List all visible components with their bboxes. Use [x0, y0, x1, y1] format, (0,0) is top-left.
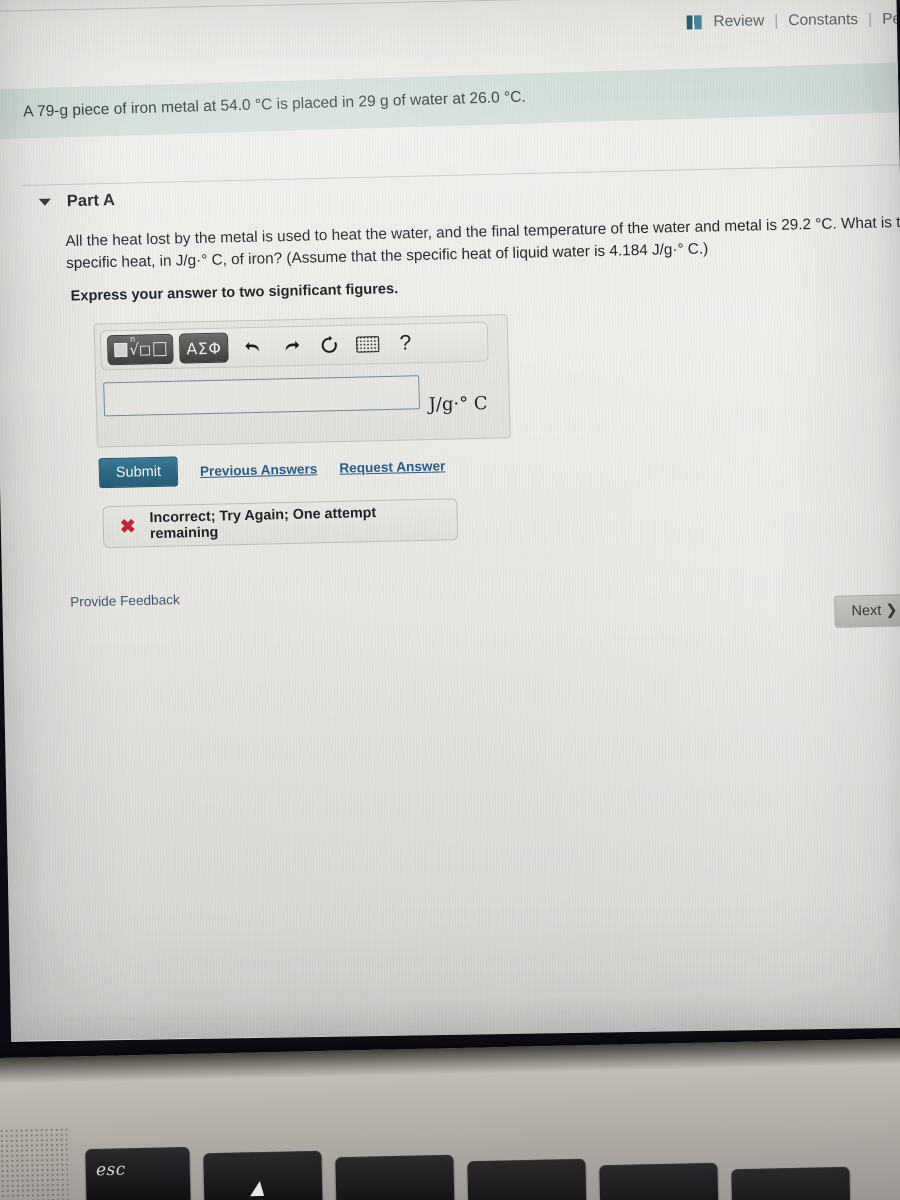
- template-hollow-box-icon: [153, 341, 167, 357]
- problem-statement-banner: A 79-g piece of iron metal at 54.0 °C is…: [0, 61, 900, 141]
- submit-button[interactable]: Submit: [98, 456, 179, 489]
- action-row: Submit Previous Answers Request Answer: [98, 450, 445, 489]
- part-divider: [22, 164, 900, 186]
- laptop-photo: M esc Problem 3.89 Review | Constants | …: [0, 0, 900, 1200]
- speaker-grille: [0, 1127, 69, 1200]
- nav-separator-1: |: [774, 12, 779, 30]
- previous-answers-link[interactable]: Previous Answers: [200, 461, 318, 479]
- problem-statement-text: A 79-g piece of iron metal at 54.0 °C is…: [22, 88, 526, 121]
- math-template-button[interactable]: n √◻: [106, 333, 174, 366]
- nav-separator-2: |: [867, 10, 873, 28]
- help-icon[interactable]: ?: [392, 329, 419, 358]
- title-divider: [0, 0, 900, 13]
- undo-icon[interactable]: [240, 333, 267, 362]
- template-box-icon: [114, 342, 128, 358]
- keyboard-icon[interactable]: [354, 330, 381, 359]
- review-link[interactable]: Review: [713, 12, 764, 31]
- nth-root-icon: n √◻: [129, 334, 152, 359]
- key-f2[interactable]: [335, 1154, 455, 1200]
- answer-panel: n √◻ ΑΣΦ ?: [93, 314, 511, 448]
- next-button[interactable]: Next ❯: [834, 594, 900, 628]
- redo-icon[interactable]: [278, 332, 305, 361]
- laptop-screen: Problem 3.89 Review | Constants | Peri A…: [0, 0, 900, 1042]
- review-book-icon: [686, 15, 702, 30]
- top-navigation: Review | Constants | Peri: [686, 10, 900, 31]
- page-title: Problem 3.89: [0, 0, 113, 1]
- brightness-key-icon: [250, 1180, 265, 1197]
- reset-icon[interactable]: [316, 331, 343, 360]
- key-f5[interactable]: [731, 1166, 851, 1200]
- chevron-down-icon[interactable]: [38, 198, 51, 206]
- answer-units-label: J/g·° C: [428, 393, 488, 416]
- question-text: All the heat lost by the metal is used t…: [65, 213, 900, 272]
- provide-feedback-link[interactable]: Provide Feedback: [70, 592, 180, 609]
- key-f3[interactable]: [467, 1158, 587, 1200]
- key-f4[interactable]: [599, 1162, 719, 1200]
- math-toolbar: n √◻ ΑΣΦ ?: [99, 321, 489, 371]
- error-x-icon: ✖: [119, 515, 137, 538]
- greek-symbols-button[interactable]: ΑΣΦ: [178, 332, 229, 364]
- part-a-header[interactable]: Part A: [38, 191, 116, 212]
- alert-message: Incorrect; Try Again; One attempt remain…: [149, 505, 377, 543]
- page-empty-area: [88, 632, 900, 1024]
- answer-instruction: Express your answer to two significant f…: [70, 281, 399, 305]
- request-answer-link[interactable]: Request Answer: [339, 458, 445, 475]
- key-esc-label: esc: [95, 1159, 127, 1181]
- part-a-label: Part A: [66, 191, 116, 211]
- incorrect-alert: ✖ Incorrect; Try Again; One attempt rema…: [102, 498, 459, 549]
- answer-input[interactable]: [103, 375, 421, 417]
- constants-link[interactable]: Constants: [788, 11, 858, 30]
